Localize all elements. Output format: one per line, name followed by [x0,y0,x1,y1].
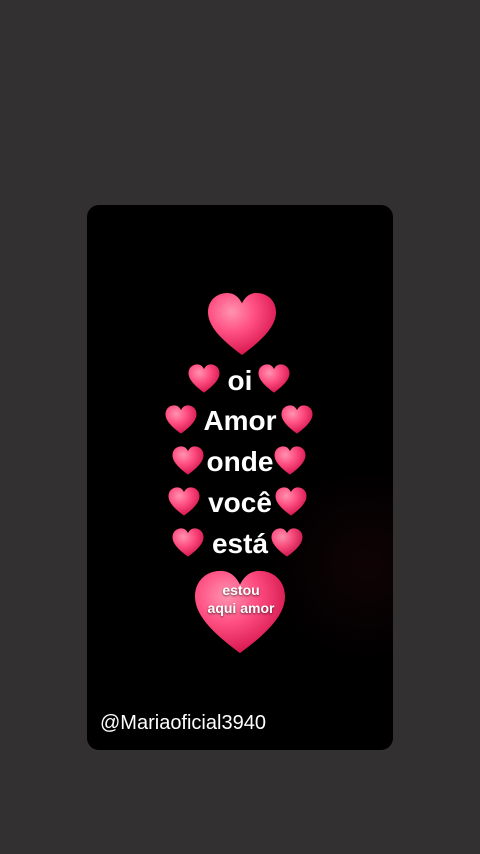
heart-icon [271,528,303,557]
creator-handle[interactable]: @Mariaoficial3940 [100,711,266,735]
heart-icon [275,487,307,516]
message-line-voce: você [208,487,272,518]
heart-icon [274,446,306,475]
message-line-onde: onde [206,446,274,477]
story-card: oi Amor onde você está estou aqui amor @… [87,205,393,750]
heart-icon [208,292,276,356]
heart-caption-line1: estou [222,582,260,598]
heart-caption: estou aqui amor [191,581,291,617]
heart-icon [258,364,290,393]
heart-icon [281,405,313,434]
message-line-amor: Amor [203,405,277,436]
message-line-oi: oi [227,365,253,396]
heart-caption-line2: aqui amor [207,600,275,616]
message-line-esta: está [211,528,269,559]
